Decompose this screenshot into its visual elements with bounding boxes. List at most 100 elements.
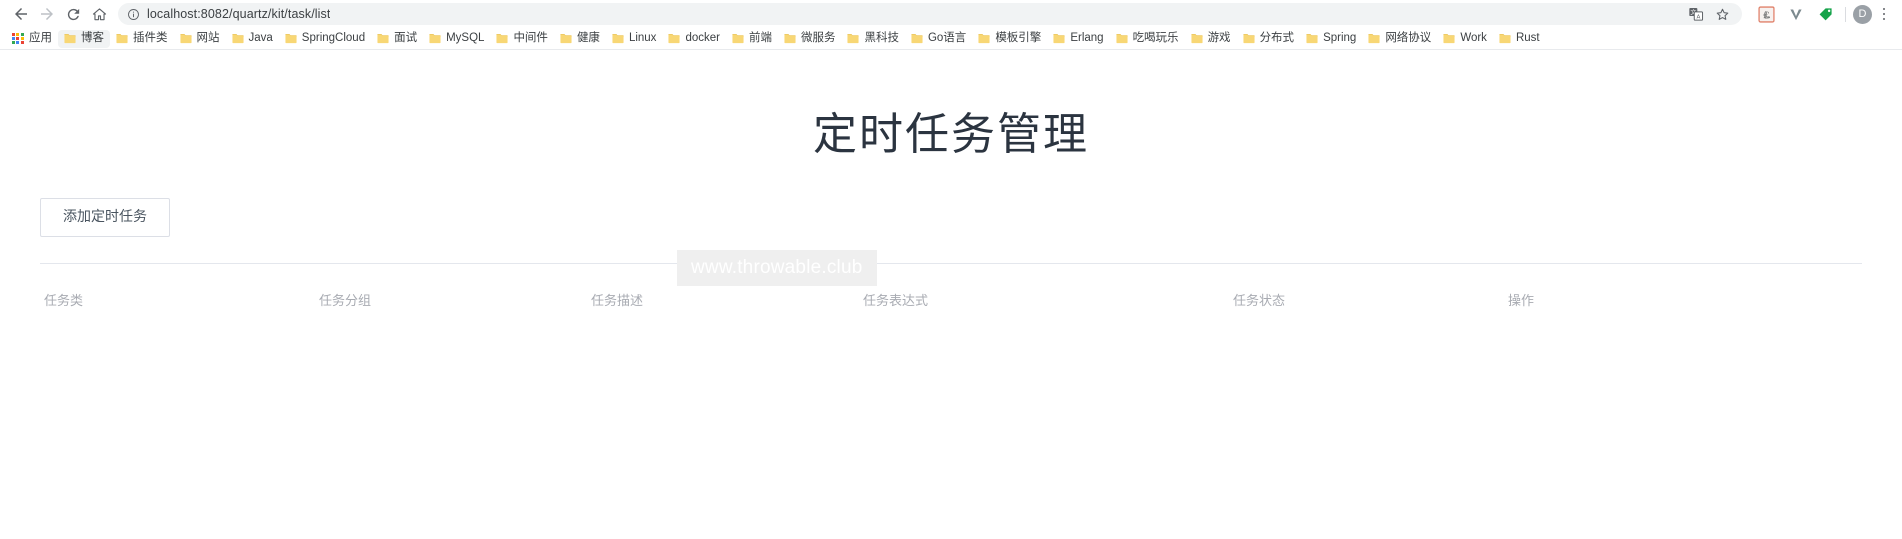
folder-icon [1368,34,1381,44]
menu-dot [1882,12,1886,16]
folder-icon [377,34,389,44]
info-circle-icon [127,8,139,20]
folder-icon [284,34,297,44]
task-table-header-row: 任务类 任务分组 任务描述 任务表达式 任务状态 操作 [40,264,1862,317]
home-button[interactable] [86,1,112,27]
back-arrow-icon [15,8,27,20]
bookmark-item[interactable]: 博客 [58,29,110,48]
folder-icon [1190,34,1203,44]
bookmark-item[interactable]: Java [226,30,279,48]
folder-icon [1499,34,1511,44]
bookmark-item[interactable]: 网站 [174,30,226,48]
bookmark-label: 前端 [748,31,772,44]
bookmark-label: Erlang [1070,31,1104,44]
bookmark-item[interactable]: 中间件 [490,30,554,48]
chrome-menu-button[interactable] [1874,2,1894,26]
vimium-extension-icon[interactable] [1784,2,1808,26]
bookmark-item[interactable]: Go语言 [905,30,972,48]
bookmark-star-icon[interactable] [1710,2,1734,26]
reload-button[interactable] [60,1,86,27]
bookmark-item[interactable]: docker [662,30,726,48]
bookmark-item[interactable]: 插件类 [110,30,174,48]
bookmark-item[interactable]: Linux [606,30,663,48]
folder-icon [732,34,744,44]
folder-icon [179,34,192,44]
profile-avatar[interactable]: D [1853,4,1872,24]
bookmark-label: 吃喝玩乐 [1132,31,1179,44]
bookmark-item[interactable]: Rust [1493,30,1546,48]
folder-icon [911,34,923,44]
column-header-task-expression[interactable]: 任务表达式 [863,264,1233,317]
column-header-task-group[interactable]: 任务分组 [319,264,591,317]
folder-icon [429,34,441,44]
bookmark-item[interactable]: 面试 [371,30,423,48]
folder-icon [231,34,244,44]
translate-glyph-icon: 文 A [1689,8,1704,21]
folder-icon [668,34,681,44]
acrobat-icon: € [1757,5,1775,23]
translate-icon[interactable]: 文 A [1684,2,1708,26]
back-button[interactable] [8,1,34,27]
bookmark-label: docker [685,31,720,44]
bookmark-label: SpringCloud [301,31,366,44]
apps-grid-dot [12,36,15,40]
apps-grid-dot [12,32,15,36]
bookmark-item[interactable]: 网络协议 [1362,30,1437,48]
bookmark-item[interactable]: MySQL [423,30,490,48]
folder-icon [612,34,624,44]
bookmark-item[interactable]: Erlang [1047,30,1109,48]
toolbar-divider [1845,6,1846,22]
folder-icon [64,34,76,44]
folder-icon [496,34,509,44]
page-title: 定时任务管理 [813,109,1089,160]
bookmark-label: MySQL [446,31,485,44]
bookmarks-bar: 应用 博客 插件类 网站 Java SpringCloud 面试 MySQL 中间件 健康 Linu… [0,28,1902,50]
column-header-task-class[interactable]: 任务类 [40,264,319,317]
bookmark-item[interactable]: 游戏 [1185,30,1237,48]
menu-dot [1882,17,1886,21]
bookmark-item[interactable]: Work [1437,30,1493,48]
folder-icon [1242,34,1255,44]
apps-grid-dot [20,32,24,36]
bookmark-label: Java [248,31,273,44]
bookmark-label: 面试 [394,31,418,44]
add-task-button[interactable]: 添加定时任务 [40,198,170,238]
bookmark-label: 博客 [81,31,104,44]
reload-icon [67,8,79,20]
column-header-operations[interactable]: 操作 [1508,264,1862,317]
column-header-task-description[interactable]: 任务描述 [591,264,863,317]
apps-grid-dot [16,36,20,40]
apps-grid-dot [12,41,15,45]
bookmark-item[interactable]: 健康 [554,30,606,48]
bookmark-item[interactable]: 分布式 [1237,30,1301,48]
bookmark-item[interactable]: 吃喝玩乐 [1110,30,1185,48]
bookmark-item[interactable]: 前端 [726,30,778,48]
tag-extension-icon[interactable] [1814,2,1838,26]
folder-icon [116,34,128,44]
folder-icon [978,34,991,44]
bookmark-label: Work [1460,31,1487,44]
bookmark-label: 模板引擎 [995,31,1042,44]
bookmark-item[interactable]: Spring [1300,30,1362,48]
bookmark-item[interactable]: 应用 [6,30,58,48]
menu-dot [1882,7,1886,11]
omnibox-actions: 文 A [1684,2,1734,26]
bookmark-item[interactable]: 微服务 [778,30,842,48]
apps-grid-dot [16,41,20,45]
extension-icons: € [1754,2,1838,26]
address-bar[interactable]: localhost:8082/quartz/kit/task/list 文 A [118,3,1742,25]
folder-icon [1115,34,1128,44]
bookmark-label: 网站 [196,31,220,44]
adobe-acrobat-extension-icon[interactable]: € [1754,2,1778,26]
browser-toolbar: localhost:8082/quartz/kit/task/list 文 A [0,0,1902,28]
page-content: 定时任务管理 添加定时任务 任务类 任务分组 任务描述 任务表达式 任务状态 操… [0,50,1902,538]
column-header-task-status[interactable]: 任务状态 [1233,264,1508,317]
bookmark-item[interactable]: 黑科技 [841,30,905,48]
star-outline-icon [1716,8,1728,20]
bookmark-item[interactable]: 模板引擎 [972,30,1047,48]
bookmark-label: 中间件 [513,31,548,44]
site-info-icon[interactable] [126,7,140,21]
apps-grid-dot [20,36,24,40]
forward-button[interactable] [34,1,60,27]
bookmark-item[interactable]: SpringCloud [279,30,371,48]
